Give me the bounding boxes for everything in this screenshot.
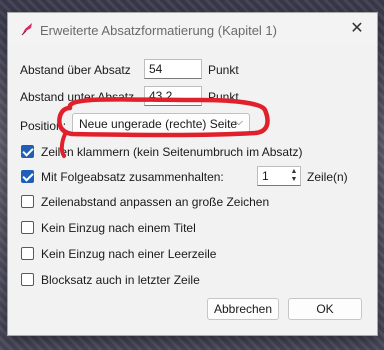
chevron-down-icon: ⌵ — [234, 116, 243, 128]
justify-last-label: Blocksatz auch in letzter Zeile — [41, 273, 200, 287]
keep-with-next-label: Mit Folgeabsatz zusammenhalten: — [41, 170, 224, 184]
spacing-above-unit: Punkt — [208, 63, 239, 77]
no-indent-title-label: Kein Einzug nach einem Titel — [41, 221, 196, 235]
position-select[interactable]: Neue ungerade (rechte) Seite ⌵ — [72, 113, 250, 135]
keep-with-next-unit: Zeile(n) — [307, 170, 348, 184]
spacing-below-field[interactable]: 43.2 — [144, 86, 202, 106]
title-bar: Erweiterte Absatzformatierung (Kapitel 1… — [8, 13, 377, 46]
no-indent-blank-label: Kein Einzug nach einer Leerzeile — [41, 247, 217, 261]
spacing-above-field[interactable]: 54 — [144, 59, 202, 79]
cancel-button[interactable]: Abbrechen — [207, 298, 279, 320]
keep-with-next-checkbox[interactable] — [21, 170, 34, 183]
close-icon[interactable]: ✕ — [347, 19, 367, 39]
quill-pen-icon — [21, 23, 32, 36]
spacing-above-label: Abstand über Absatz — [20, 63, 131, 77]
advanced-paragraph-dialog: Erweiterte Absatzformatierung (Kapitel 1… — [7, 12, 378, 336]
spacing-below-label: Abstand unter Absatz — [20, 90, 135, 104]
keep-lines-checkbox[interactable] — [21, 145, 34, 158]
justify-last-checkbox[interactable] — [21, 273, 34, 286]
keep-lines-label: Zeilen klammern (kein Seitenumbruch im A… — [41, 145, 303, 159]
position-label: Position: — [20, 119, 67, 133]
line-spacing-checkbox[interactable] — [21, 195, 34, 208]
window-title: Erweiterte Absatzformatierung (Kapitel 1… — [40, 23, 277, 38]
line-spacing-label: Zeilenabstand anpassen an große Zeichen — [41, 195, 270, 209]
keep-with-next-stepper[interactable]: 1 ▲ ▼ — [257, 166, 301, 186]
position-selected-value: Neue ungerade (rechte) Seite — [79, 117, 238, 131]
ok-button[interactable]: OK — [288, 298, 362, 320]
no-indent-blank-checkbox[interactable] — [21, 247, 34, 260]
stepper-arrows-icon[interactable]: ▲ ▼ — [289, 168, 299, 184]
no-indent-title-checkbox[interactable] — [21, 221, 34, 234]
keep-with-next-value: 1 — [262, 169, 269, 183]
spacing-below-unit: Punkt — [208, 90, 239, 104]
